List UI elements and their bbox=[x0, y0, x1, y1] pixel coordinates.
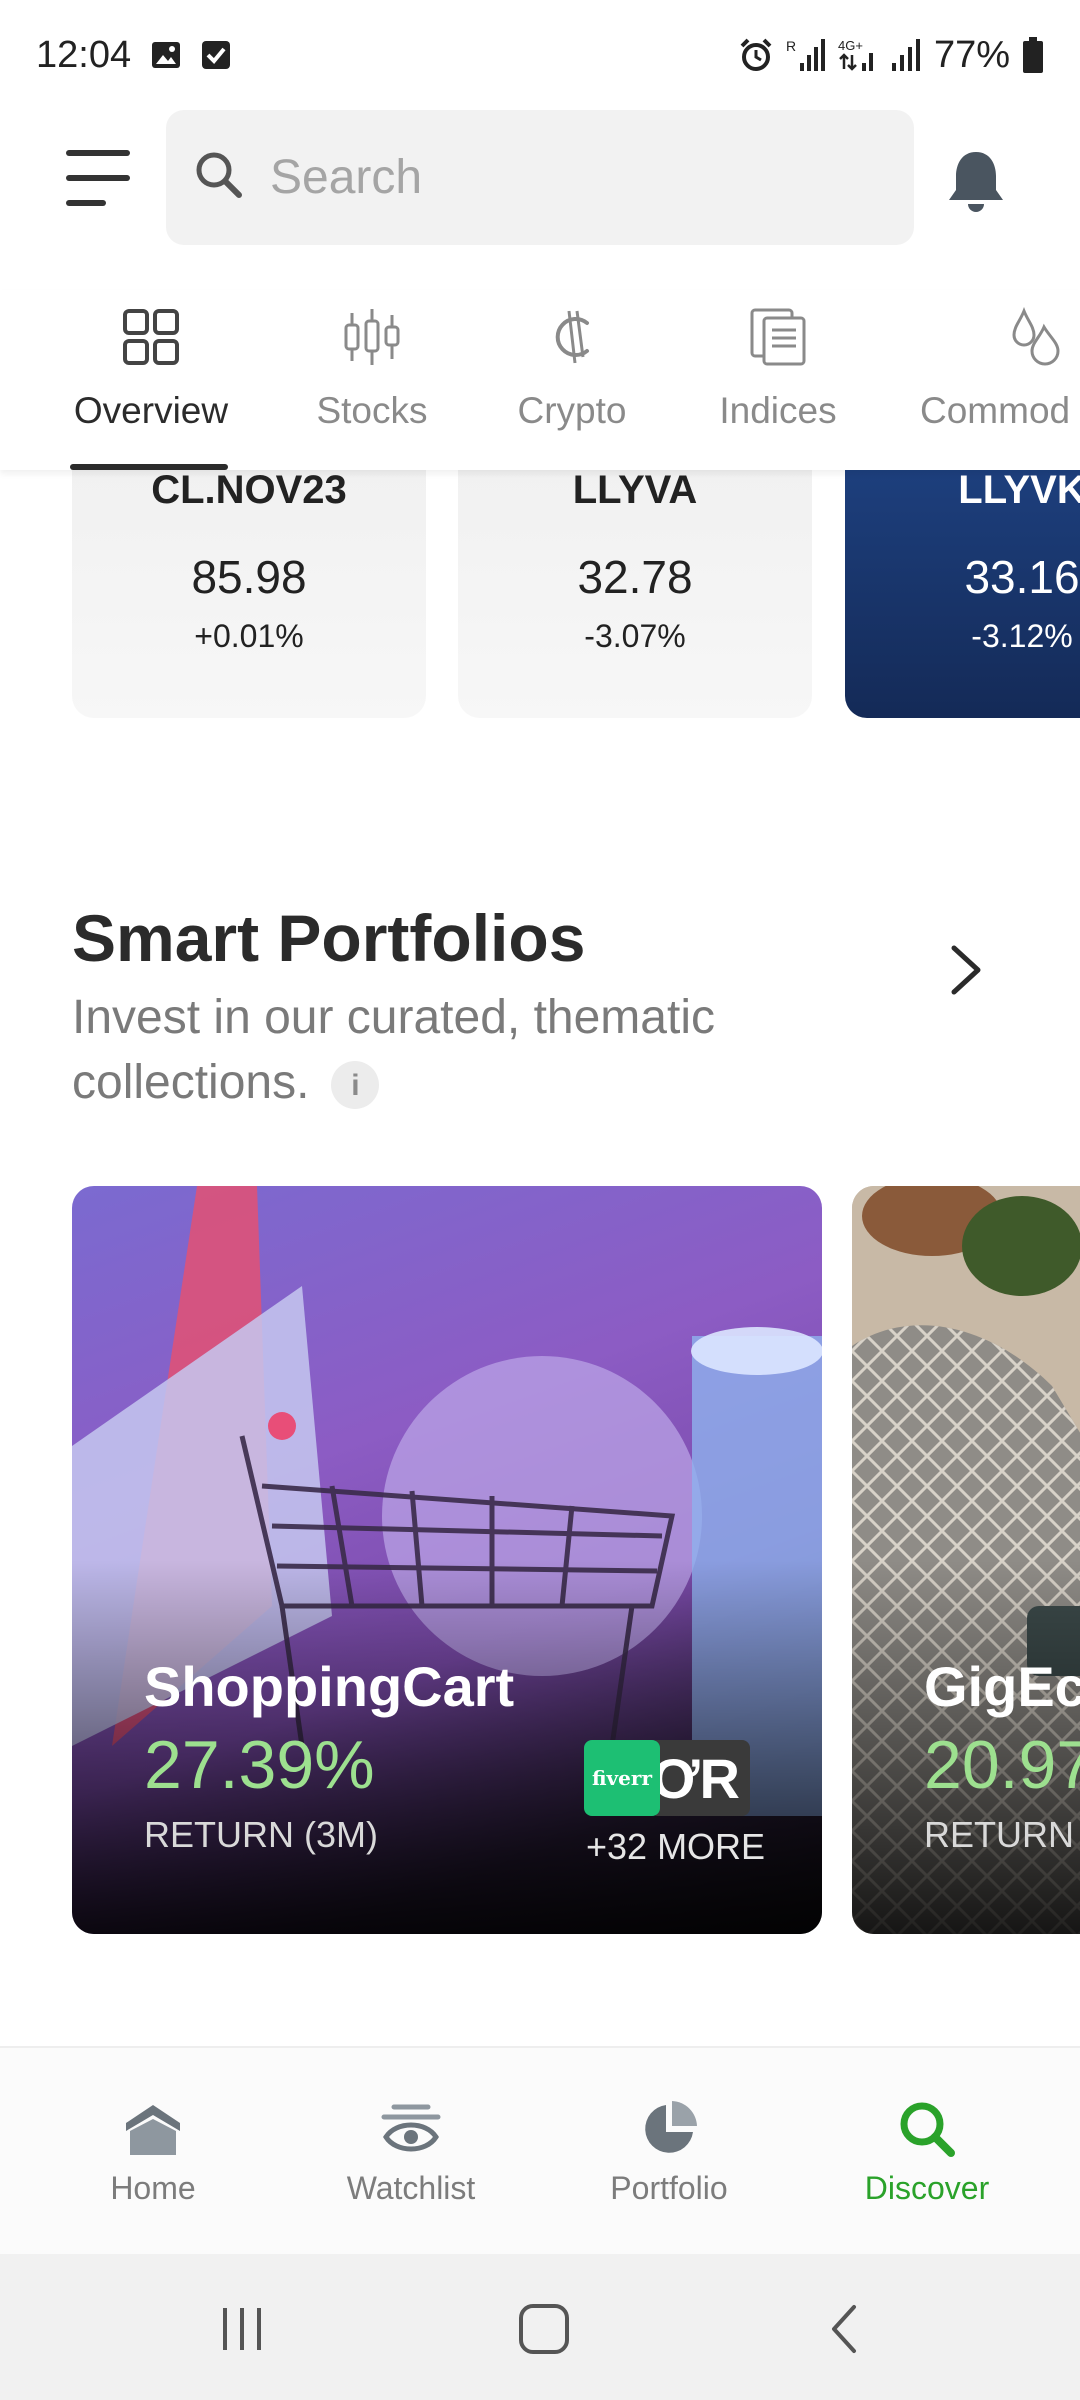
signal-r-icon: R bbox=[786, 37, 826, 73]
search-bar[interactable] bbox=[166, 110, 914, 245]
category-tabs: Overview Stocks Crypto Indices Commod bbox=[0, 290, 1080, 470]
section-subtitle: Invest in our curated, thematic collecti… bbox=[72, 991, 715, 1109]
home-icon bbox=[122, 2094, 184, 2164]
bottom-navigation: Home Watchlist Portfolio Discover bbox=[0, 2046, 1080, 2254]
ticker-price: 32.78 bbox=[577, 551, 693, 603]
ticker-change: +0.01% bbox=[194, 618, 304, 654]
battery-icon bbox=[1022, 37, 1044, 73]
search-icon bbox=[194, 150, 244, 205]
tab-overview[interactable]: Overview bbox=[56, 290, 246, 470]
image-icon bbox=[151, 40, 181, 70]
nav-label: Home bbox=[110, 2170, 196, 2206]
menu-icon[interactable] bbox=[66, 150, 136, 206]
search-input[interactable] bbox=[270, 150, 870, 205]
ticker-symbol: LLYVK bbox=[958, 470, 1080, 512]
ticker-symbol: LLYVA bbox=[572, 470, 698, 512]
app-header bbox=[0, 110, 1080, 245]
check-box-icon bbox=[201, 40, 231, 70]
ticker-change: -3.07% bbox=[584, 618, 686, 654]
fiverr-logo: fiverr bbox=[584, 1740, 660, 1816]
portfolio-return-label: RETURN (3 bbox=[924, 1814, 1080, 1855]
ticker-change: -3.12% bbox=[971, 618, 1073, 654]
tab-label: Crypto bbox=[517, 390, 627, 431]
svg-text:R: R bbox=[786, 38, 796, 54]
ticker-carousel: CL.NOV23 85.98 +0.01% LLYVA 32.78 -3.07%… bbox=[0, 470, 1080, 720]
portfolio-name: ShoppingCart bbox=[144, 1655, 515, 1718]
pie-chart-icon bbox=[639, 2094, 699, 2164]
ticker-symbol: CL.NOV23 bbox=[151, 470, 347, 512]
more-holdings-label: +32 MORE bbox=[586, 1826, 766, 1867]
signal-4g-icon: 4G+ bbox=[838, 37, 878, 73]
alarm-icon bbox=[738, 37, 774, 73]
portfolio-card[interactable]: GigEco 20.97 RETURN (3 bbox=[852, 1186, 1080, 1934]
crypto-icon bbox=[547, 302, 597, 372]
nav-label: Watchlist bbox=[346, 2170, 476, 2206]
chevron-right-icon[interactable] bbox=[946, 940, 986, 1000]
tab-commodities[interactable]: Commod bbox=[920, 290, 1080, 470]
svg-text:4G+: 4G+ bbox=[838, 38, 863, 53]
ticker-card[interactable]: CL.NOV23 85.98 +0.01% bbox=[72, 470, 426, 718]
grid-icon bbox=[122, 302, 180, 372]
tab-label: Overview bbox=[73, 390, 229, 431]
search-icon bbox=[897, 2094, 957, 2164]
nav-watchlist[interactable]: Watchlist bbox=[296, 2048, 526, 2256]
drops-icon bbox=[920, 302, 1066, 372]
nav-discover[interactable]: Discover bbox=[812, 2048, 1042, 2256]
portfolio-card[interactable]: ShoppingCart 27.39% RETURN (3M) fiverr Ơ… bbox=[72, 1186, 822, 1934]
nav-portfolio[interactable]: Portfolio bbox=[554, 2048, 784, 2256]
home-button-icon[interactable] bbox=[504, 2294, 584, 2364]
section-title: Smart Portfolios bbox=[72, 901, 586, 975]
ticker-price: 85.98 bbox=[191, 551, 307, 603]
signal-icon bbox=[890, 37, 922, 73]
portfolio-return-label: RETURN (3M) bbox=[144, 1814, 378, 1855]
company-logo: ƠR bbox=[650, 1740, 750, 1816]
tab-crypto[interactable]: Crypto bbox=[482, 290, 662, 470]
recent-apps-icon[interactable] bbox=[202, 2294, 282, 2364]
tab-label: Stocks bbox=[316, 390, 428, 431]
nav-label: Discover bbox=[864, 2170, 990, 2206]
watchlist-eye-icon bbox=[380, 2094, 442, 2164]
active-tab-indicator bbox=[70, 464, 228, 470]
nav-home[interactable]: Home bbox=[38, 2048, 268, 2256]
ticker-card[interactable]: LLYVK 33.16 -3.12% bbox=[845, 470, 1080, 718]
ticker-price: 33.16 bbox=[964, 551, 1080, 603]
system-navigation-bar bbox=[0, 2254, 1080, 2400]
holding-logos: fiverr ƠR bbox=[584, 1740, 750, 1816]
info-icon[interactable]: i bbox=[331, 1061, 380, 1110]
back-icon[interactable] bbox=[806, 2294, 886, 2364]
candlestick-icon bbox=[343, 302, 401, 372]
status-bar: 12:04 R 4G+ 77% bbox=[0, 0, 1080, 110]
tab-stocks[interactable]: Stocks bbox=[282, 290, 462, 470]
portfolio-return: 27.39% bbox=[144, 1727, 375, 1803]
bell-icon[interactable] bbox=[944, 146, 1008, 214]
status-time: 12:04 bbox=[36, 33, 132, 76]
tab-label: Indices bbox=[719, 390, 837, 431]
ticker-card[interactable]: LLYVA 32.78 -3.07% bbox=[458, 470, 812, 718]
portfolio-name: GigEco bbox=[924, 1655, 1080, 1718]
document-icon bbox=[750, 302, 806, 372]
tab-indices[interactable]: Indices bbox=[688, 290, 868, 470]
tab-label: Commod bbox=[920, 390, 1071, 431]
section-subtitle-block: Invest in our curated, thematic collecti… bbox=[72, 985, 832, 1115]
portfolio-return: 20.97 bbox=[924, 1727, 1080, 1803]
battery-percent: 77% bbox=[933, 33, 1010, 76]
nav-label: Portfolio bbox=[610, 2170, 728, 2206]
